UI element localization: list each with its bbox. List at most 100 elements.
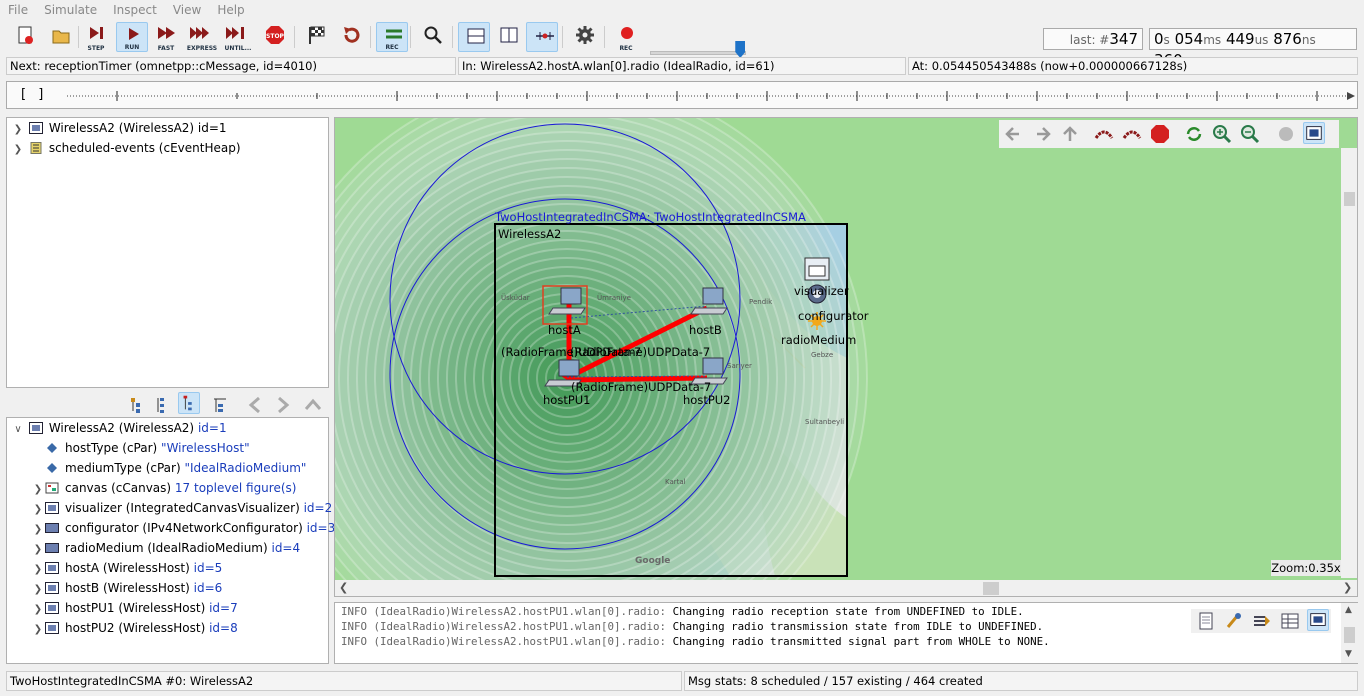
- inspector-row-value: 17 toplevel figure(s): [174, 481, 297, 495]
- log-level: INFO: [341, 605, 368, 618]
- speed-slider-track[interactable]: [650, 41, 746, 58]
- menu-inspect[interactable]: Inspect: [105, 0, 165, 17]
- inspector-row[interactable]: mediumType (cPar) "IdealRadioMedium": [31, 458, 306, 478]
- log-scrollbar[interactable]: ▲ ▼: [1341, 603, 1358, 663]
- chevron-right-icon[interactable]: ❯: [31, 500, 45, 520]
- copy-icon[interactable]: [1195, 610, 1217, 632]
- canvas-toolbar: [999, 120, 1339, 148]
- layout-horizontal-button[interactable]: [458, 22, 490, 52]
- next-event-status: Next: receptionTimer (omnetpp::cMessage,…: [6, 57, 456, 75]
- tree-item-scheduled-events[interactable]: ❯ scheduled-events (cEventHeap): [11, 138, 241, 158]
- inspector-row[interactable]: ❯ canvas (cCanvas) 17 toplevel figure(s): [31, 478, 297, 500]
- timeline-icon: [536, 32, 554, 40]
- scroll-right-icon[interactable]: ❯: [1343, 581, 1352, 594]
- record-video-button[interactable]: REC: [610, 22, 642, 52]
- inspector-row[interactable]: ❯ configurator (IPv4NetworkConfigurator) …: [31, 518, 335, 538]
- chevron-right-icon[interactable]: ❯: [31, 540, 45, 560]
- log-view-icon[interactable]: [1307, 609, 1329, 631]
- chevron-right-icon[interactable]: ❯: [31, 620, 45, 640]
- inspector-row-value: id=5: [193, 561, 223, 575]
- timeline[interactable]: [ ]: [6, 81, 1358, 109]
- timeline-toggle-button[interactable]: [526, 22, 558, 52]
- visualizer-node[interactable]: [804, 257, 830, 281]
- children-view-icon[interactable]: [178, 392, 200, 414]
- horizontal-scrollbar[interactable]: ❮ ❯: [335, 580, 1357, 596]
- forward-arrow-icon[interactable]: [1031, 123, 1053, 145]
- scrollbar-thumb[interactable]: [1344, 192, 1355, 206]
- time-status: At: 0.054450543488s (now+0.000000667128s…: [908, 57, 1358, 75]
- tree-item-network[interactable]: ❯ WirelessA2 (WirelessA2) id=1: [11, 118, 227, 138]
- go-to-parent-icon[interactable]: [126, 394, 148, 416]
- inspector-root-row[interactable]: ∨ WirelessA2 (WirelessA2) id=1: [11, 418, 226, 440]
- inspector-row[interactable]: ❯ radioMedium (IdealRadioMedium) id=4: [31, 538, 300, 558]
- speed-slider-thumb[interactable]: [735, 41, 746, 58]
- simple-module-icon: [45, 523, 59, 533]
- new-run-button[interactable]: [10, 22, 42, 52]
- chevron-right-icon[interactable]: ❯: [11, 140, 25, 160]
- menu-file[interactable]: File: [0, 0, 36, 17]
- inspector-row[interactable]: ❯ hostA (WirelessHost) id=5: [31, 558, 222, 578]
- up-arrow-icon[interactable]: [302, 394, 324, 416]
- inspector-row[interactable]: hostType (cPar) "WirelessHost": [31, 438, 250, 458]
- stop-button[interactable]: STOP: [258, 22, 290, 52]
- chevron-right-icon[interactable]: ❯: [31, 580, 45, 600]
- menu-view[interactable]: View: [165, 0, 209, 17]
- flat-view-icon[interactable]: [151, 394, 173, 416]
- inspector-row[interactable]: ❯ hostPU2 (WirelessHost) id=8: [31, 618, 238, 638]
- map-label: Ümraniye: [597, 294, 631, 302]
- menu-help[interactable]: Help: [209, 0, 252, 17]
- finish-button[interactable]: [300, 22, 332, 52]
- log-source: (IdealRadio)WirelessA2.hostPU1.wlan[0].r…: [373, 635, 667, 648]
- network-status: TwoHostIntegratedInCSMA #0: WirelessA2: [6, 671, 682, 691]
- chevron-right-icon[interactable]: ❯: [31, 560, 45, 580]
- module-icon: [45, 562, 59, 574]
- module-view-icon[interactable]: [1303, 122, 1325, 144]
- messages-view-icon[interactable]: [1279, 610, 1301, 632]
- event-recording-button[interactable]: REC: [376, 22, 408, 52]
- chevron-down-icon[interactable]: ∨: [11, 420, 25, 440]
- express-icon: [190, 27, 209, 39]
- step-back-icon[interactable]: [1093, 123, 1115, 145]
- preferences-button[interactable]: [568, 22, 600, 52]
- inspector-row[interactable]: ❯ hostB (WirelessHost) id=6: [31, 578, 223, 600]
- network-canvas[interactable]: TwoHostIntegratedInCSMA: TwoHostIntegrat…: [334, 117, 1358, 597]
- scroll-left-icon[interactable]: ❮: [339, 581, 348, 594]
- back-arrow-icon[interactable]: [244, 394, 266, 416]
- run-until-module-icon[interactable]: [1121, 123, 1143, 145]
- fast-button[interactable]: FAST: [150, 22, 182, 52]
- chevron-right-icon[interactable]: ❯: [31, 520, 45, 540]
- inspector-row[interactable]: ❯ hostPU1 (WirelessHost) id=7: [31, 598, 238, 618]
- inheritance-view-icon[interactable]: [209, 394, 231, 416]
- filter-icon[interactable]: [1251, 610, 1273, 632]
- up-arrow-icon[interactable]: [1059, 123, 1081, 145]
- inspector-row-value: id=4: [271, 541, 301, 555]
- zoom-in-icon[interactable]: [1211, 123, 1233, 145]
- step-button[interactable]: STEP: [80, 22, 112, 52]
- animation-toggle-icon[interactable]: [1275, 123, 1297, 145]
- scrollbar-thumb[interactable]: [1344, 627, 1355, 643]
- run-until-button[interactable]: UNTIL...: [222, 22, 254, 52]
- refresh-icon[interactable]: [1183, 123, 1205, 145]
- forward-arrow-icon[interactable]: [272, 394, 294, 416]
- express-button[interactable]: EXPRESS: [186, 22, 218, 52]
- scrollbar-thumb[interactable]: [983, 582, 999, 595]
- run-button[interactable]: RUN: [116, 22, 148, 52]
- vertical-scrollbar[interactable]: [1341, 148, 1357, 578]
- log-source: (IdealRadio)WirelessA2.hostPU1.wlan[0].r…: [373, 620, 667, 633]
- rebuild-button[interactable]: [334, 22, 366, 52]
- chevron-right-icon[interactable]: ❯: [31, 480, 45, 500]
- find-icon[interactable]: [1223, 610, 1245, 632]
- find-button[interactable]: [416, 22, 448, 52]
- module-icon: [45, 502, 59, 514]
- load-network-button[interactable]: [44, 22, 76, 52]
- inspector-row[interactable]: ❯ visualizer (IntegratedCanvasVisualizer)…: [31, 498, 332, 518]
- menu-simulate[interactable]: Simulate: [36, 0, 105, 17]
- zoom-out-icon[interactable]: [1239, 123, 1261, 145]
- scroll-down-icon[interactable]: ▼: [1345, 649, 1352, 659]
- back-arrow-icon[interactable]: [1003, 123, 1025, 145]
- scroll-up-icon[interactable]: ▲: [1345, 605, 1352, 615]
- chevron-right-icon[interactable]: ❯: [31, 600, 45, 620]
- stop-icon[interactable]: [1149, 123, 1171, 145]
- chevron-right-icon[interactable]: ❯: [11, 120, 25, 140]
- layout-vertical-button[interactable]: [492, 22, 524, 52]
